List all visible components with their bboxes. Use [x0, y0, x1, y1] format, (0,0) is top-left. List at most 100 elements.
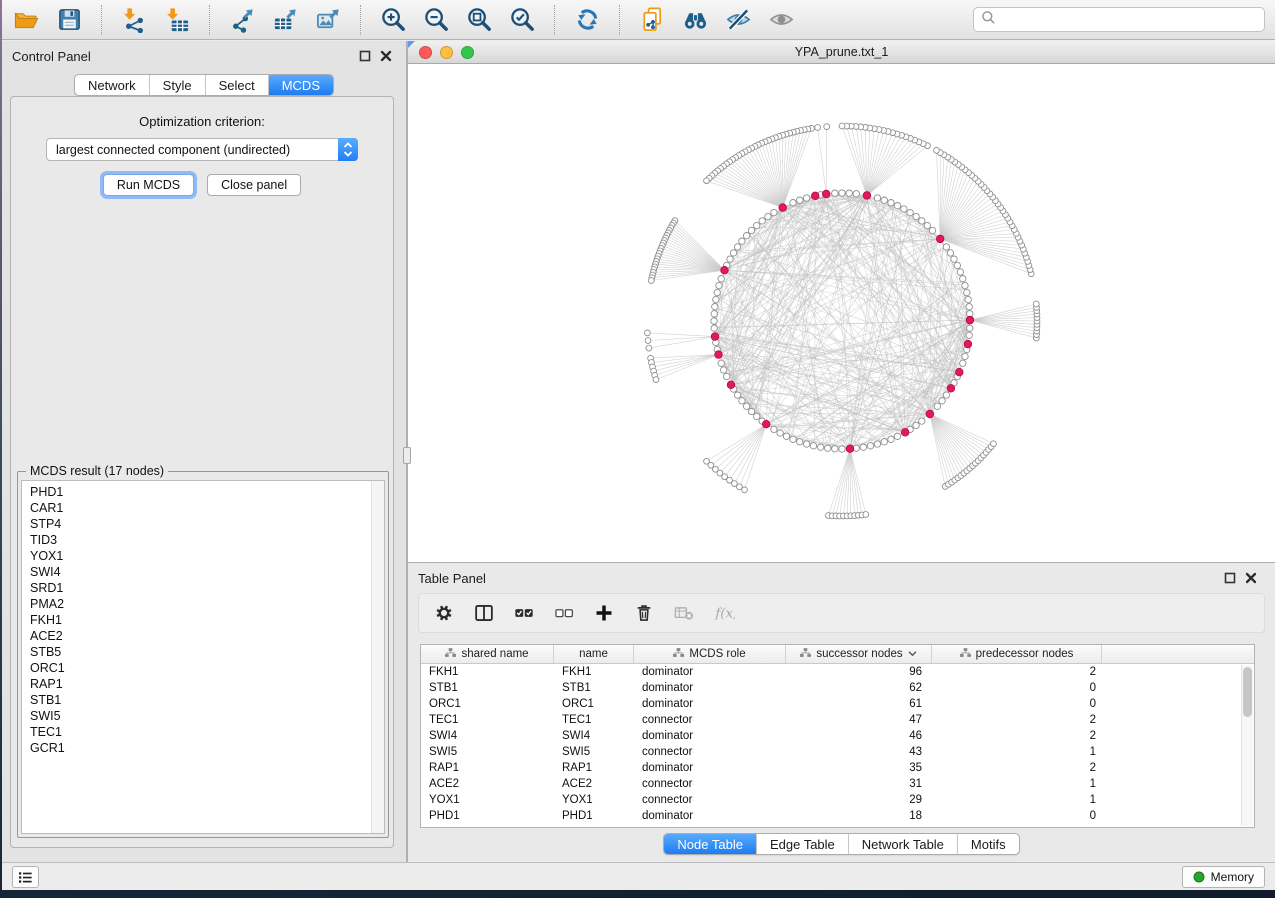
table-scrollbar-thumb[interactable] — [1243, 667, 1252, 717]
save-session-icon[interactable] — [55, 6, 83, 34]
cell-successor-nodes[interactable]: 43 — [786, 746, 932, 758]
hide-selection-icon[interactable] — [724, 6, 752, 34]
close-window-light[interactable] — [419, 46, 432, 59]
network-graph[interactable] — [408, 64, 1275, 561]
task-history-button[interactable] — [12, 866, 39, 888]
cell-predecessor-nodes[interactable]: 0 — [932, 810, 1102, 822]
mcds-result-item[interactable]: YOX1 — [30, 548, 384, 564]
cell-shared-name[interactable]: ORC1 — [421, 698, 554, 710]
table-row-TEC1[interactable]: TEC1TEC1connector472 — [421, 712, 1254, 728]
control-tab-style[interactable]: Style — [149, 75, 205, 95]
cell-predecessor-nodes[interactable]: 2 — [932, 730, 1102, 742]
network-window-titlebar[interactable]: YPA_prune.txt_1 — [408, 41, 1275, 64]
cell-name[interactable]: PHD1 — [554, 810, 634, 822]
apply-preferred-layout-icon[interactable] — [573, 6, 601, 34]
first-neighbors-of-selected-icon[interactable] — [681, 6, 709, 34]
column-header-predecessor-nodes[interactable]: predecessor nodes — [932, 645, 1102, 663]
cell-shared-name[interactable]: FKH1 — [421, 666, 554, 678]
memory-button[interactable]: Memory — [1182, 866, 1265, 888]
cell-successor-nodes[interactable]: 96 — [786, 666, 932, 678]
cell-successor-nodes[interactable]: 61 — [786, 698, 932, 710]
cell-shared-name[interactable]: SWI4 — [421, 730, 554, 742]
table-row-ORC1[interactable]: ORC1ORC1dominator610 — [421, 696, 1254, 712]
cell-MCDS-role[interactable]: dominator — [634, 682, 786, 694]
cell-MCDS-role[interactable]: dominator — [634, 730, 786, 742]
cell-predecessor-nodes[interactable]: 2 — [932, 666, 1102, 678]
cell-shared-name[interactable]: SWI5 — [421, 746, 554, 758]
zoom-selected-region-icon[interactable] — [508, 6, 536, 34]
mcds-result-item[interactable]: STB5 — [30, 644, 384, 660]
control-tab-network[interactable]: Network — [75, 75, 149, 95]
mcds-result-item[interactable]: ORC1 — [30, 660, 384, 676]
table-row-SWI4[interactable]: SWI4SWI4dominator462 — [421, 728, 1254, 744]
deselect-all-rows-icon[interactable] — [553, 602, 575, 624]
mcds-result-item[interactable]: RAP1 — [30, 676, 384, 692]
export-network-icon[interactable] — [228, 6, 256, 34]
table-options-gear-icon[interactable] — [433, 602, 455, 624]
zoom-in-icon[interactable] — [379, 6, 407, 34]
table-tab-edge-table[interactable]: Edge Table — [756, 834, 848, 854]
cell-MCDS-role[interactable]: connector — [634, 778, 786, 790]
splitter-grip[interactable] — [403, 447, 411, 464]
control-tab-mcds[interactable]: MCDS — [268, 75, 333, 95]
minimize-window-light[interactable] — [440, 46, 453, 59]
cell-successor-nodes[interactable]: 18 — [786, 810, 932, 822]
mcds-result-item[interactable]: FKH1 — [30, 612, 384, 628]
cell-shared-name[interactable]: RAP1 — [421, 762, 554, 774]
run-mcds-button[interactable]: Run MCDS — [103, 174, 194, 196]
cell-successor-nodes[interactable]: 31 — [786, 778, 932, 790]
cell-name[interactable]: ACE2 — [554, 778, 634, 790]
table-row-SWI5[interactable]: SWI5SWI5connector431 — [421, 744, 1254, 760]
table-tab-network-table[interactable]: Network Table — [848, 834, 957, 854]
cell-MCDS-role[interactable]: connector — [634, 714, 786, 726]
import-network-from-file-icon[interactable] — [120, 6, 148, 34]
zoom-window-light[interactable] — [461, 46, 474, 59]
column-header-successor-nodes[interactable]: successor nodes — [786, 645, 932, 663]
table-scrollbar-track[interactable] — [1241, 665, 1253, 826]
float-panel-icon[interactable] — [1224, 571, 1236, 589]
cell-MCDS-role[interactable]: dominator — [634, 762, 786, 774]
new-network-from-selection-icon[interactable] — [638, 6, 666, 34]
cell-predecessor-nodes[interactable]: 1 — [932, 794, 1102, 806]
zoom-fit-content-icon[interactable] — [465, 6, 493, 34]
cell-name[interactable]: SWI5 — [554, 746, 634, 758]
mcds-list-scrollbar[interactable] — [371, 481, 384, 833]
table-row-STB1[interactable]: STB1STB1dominator620 — [421, 680, 1254, 696]
cell-successor-nodes[interactable]: 29 — [786, 794, 932, 806]
cell-MCDS-role[interactable]: dominator — [634, 810, 786, 822]
show-all-icon[interactable] — [767, 6, 795, 34]
mcds-result-item[interactable]: GCR1 — [30, 740, 384, 756]
cell-predecessor-nodes[interactable]: 0 — [932, 682, 1102, 694]
cell-name[interactable]: TEC1 — [554, 714, 634, 726]
control-tab-select[interactable]: Select — [205, 75, 268, 95]
cell-shared-name[interactable]: PHD1 — [421, 810, 554, 822]
mcds-result-item[interactable]: SWI4 — [30, 564, 384, 580]
mcds-result-item[interactable]: STP4 — [30, 516, 384, 532]
cell-name[interactable]: RAP1 — [554, 762, 634, 774]
mcds-result-list[interactable]: PHD1CAR1STP4TID3YOX1SWI4SRD1PMA2FKH1ACE2… — [21, 480, 385, 834]
table-tab-node-table[interactable]: Node Table — [664, 834, 756, 854]
table-tab-motifs[interactable]: Motifs — [957, 834, 1019, 854]
column-header-name[interactable]: name — [554, 645, 634, 663]
delete-rows-icon[interactable] — [633, 602, 655, 624]
column-header-MCDS-role[interactable]: MCDS role — [634, 645, 786, 663]
close-panel-icon[interactable] — [380, 49, 392, 67]
cell-name[interactable]: YOX1 — [554, 794, 634, 806]
close-panel-icon[interactable] — [1245, 571, 1257, 589]
open-session-icon[interactable] — [12, 6, 40, 34]
cell-MCDS-role[interactable]: dominator — [634, 666, 786, 678]
export-table-icon[interactable] — [271, 6, 299, 34]
show-columns-icon[interactable] — [473, 602, 495, 624]
table-row-RAP1[interactable]: RAP1RAP1dominator352 — [421, 760, 1254, 776]
cell-MCDS-role[interactable]: connector — [634, 746, 786, 758]
cell-successor-nodes[interactable]: 47 — [786, 714, 932, 726]
mcds-result-item[interactable]: PHD1 — [30, 484, 384, 500]
search-input[interactable] — [1001, 13, 1257, 27]
network-canvas[interactable] — [408, 64, 1275, 562]
cell-predecessor-nodes[interactable]: 2 — [932, 762, 1102, 774]
mcds-result-item[interactable]: TID3 — [30, 532, 384, 548]
mcds-result-item[interactable]: STB1 — [30, 692, 384, 708]
cell-name[interactable]: FKH1 — [554, 666, 634, 678]
zoom-out-icon[interactable] — [422, 6, 450, 34]
cell-shared-name[interactable]: ACE2 — [421, 778, 554, 790]
